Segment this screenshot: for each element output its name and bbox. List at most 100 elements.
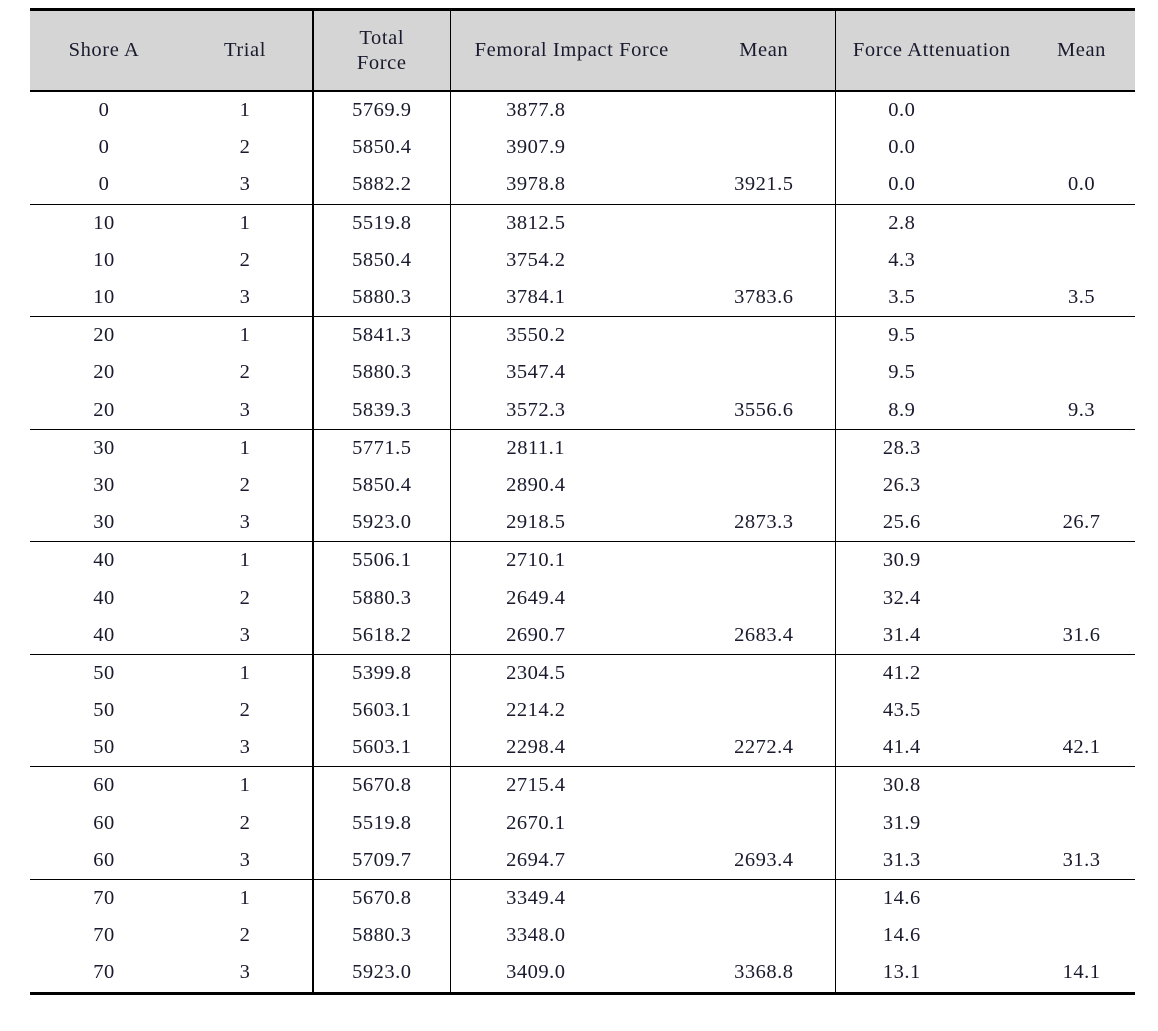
cell-femoral-mean	[693, 354, 835, 391]
cell-force-attenuation: 9.5	[834, 316, 1028, 355]
cell-attenuation-mean: 9.3	[1028, 391, 1135, 430]
cell-shore-a: 20	[30, 391, 178, 430]
cell-force-attenuation: 31.3	[834, 841, 1028, 880]
cell-femoral-mean	[693, 805, 835, 842]
table-row: 0 3 5882.2 3978.8 3921.5 0.0 0.0	[30, 166, 1135, 205]
cell-femoral-impact-force: 3877.8	[449, 91, 693, 130]
cell-total-force: 5603.1	[312, 692, 450, 730]
cell-femoral-impact-force: 2649.4	[449, 579, 693, 617]
cell-femoral-mean	[693, 242, 835, 279]
table-row: 70 3 5923.0 3409.0 3368.8 13.1 14.1	[30, 954, 1135, 995]
cell-shore-a: 10	[93, 211, 115, 234]
cell-femoral-impact-force: 2694.7	[449, 841, 693, 880]
cell-femoral-impact-force: 3812.5	[449, 204, 693, 242]
cell-femoral-impact-force: 2918.5	[449, 504, 693, 543]
cell-total-force: 5880.3	[312, 579, 450, 617]
cell-attenuation-mean: 0.0	[1028, 166, 1135, 205]
cell-force-attenuation: 13.1	[834, 954, 1028, 995]
cell-trial: 1	[239, 549, 251, 572]
column-header-attenuation-mean-label: Mean	[1056, 39, 1107, 61]
cell-total-force: 5850.4	[312, 466, 450, 505]
cell-femoral-mean	[693, 467, 835, 504]
table-row: 70 2 5880.3 3348.0 14.6	[30, 917, 1135, 955]
table-row: 0 1 5769.9 3877.8 0.0	[30, 91, 1135, 130]
cell-total-force: 5519.8	[312, 804, 450, 842]
cell-femoral-mean: 2873.3	[693, 504, 835, 543]
cell-femoral-mean	[693, 917, 835, 954]
cell-shore-a: 0	[98, 99, 110, 122]
cell-force-attenuation: 3.5	[834, 278, 1028, 318]
cell-femoral-impact-force: 3409.0	[449, 954, 693, 995]
cell-force-attenuation: 43.5	[834, 692, 1028, 730]
cell-femoral-impact-force: 2690.7	[449, 616, 693, 655]
cell-trial: 2	[239, 248, 251, 271]
cell-trial: 3	[178, 616, 313, 655]
cell-total-force: 5923.0	[312, 504, 450, 543]
cell-attenuation-mean	[1028, 579, 1135, 616]
cell-total-force: 5880.3	[312, 917, 450, 955]
cell-shore-a: 30	[30, 504, 178, 543]
table-row: 40 3 5618.2 2690.7 2683.4 31.4 31.6	[30, 616, 1135, 655]
cell-force-attenuation: 4.3	[834, 241, 1028, 279]
cell-force-attenuation: 28.3	[834, 429, 1028, 467]
cell-attenuation-mean: 42.1	[1028, 729, 1135, 768]
cell-attenuation-mean	[1028, 917, 1135, 954]
cell-shore-a: 50	[30, 729, 178, 768]
table-row: 40 1 5506.1 2710.1 30.9	[30, 541, 1135, 580]
cell-femoral-mean	[693, 91, 835, 129]
cell-total-force: 5603.1	[312, 729, 450, 768]
cell-femoral-impact-force: 3550.2	[449, 316, 693, 355]
cell-total-force: 5519.8	[312, 204, 450, 242]
cell-shore-a: 20	[93, 324, 115, 347]
cell-force-attenuation: 25.6	[834, 504, 1028, 543]
cell-force-attenuation: 31.4	[834, 616, 1028, 655]
cell-shore-a: 60	[93, 774, 115, 797]
cell-femoral-mean	[693, 317, 835, 355]
table-row: 30 2 5850.4 2890.4 26.3	[30, 466, 1135, 505]
table-row: 20 3 5839.3 3572.3 3556.6 8.9 9.3	[30, 391, 1135, 430]
column-header-femoral-impact-force-label: Femoral Impact Force	[474, 39, 669, 61]
cell-total-force: 5399.8	[312, 654, 450, 692]
cell-shore-a: 70	[93, 924, 115, 947]
column-header-trial: Trial	[178, 8, 313, 92]
cell-total-force: 5670.8	[312, 879, 450, 918]
table-row: 50 1 5399.8 2304.5 41.2	[30, 654, 1135, 692]
cell-attenuation-mean	[1028, 129, 1135, 166]
cell-femoral-impact-force: 2811.1	[449, 429, 693, 467]
cell-trial: 2	[239, 699, 251, 722]
cell-femoral-mean: 3783.6	[693, 278, 835, 318]
cell-attenuation-mean: 14.1	[1028, 954, 1135, 995]
cell-total-force: 5880.3	[312, 278, 450, 318]
cell-force-attenuation: 0.0	[834, 91, 1028, 130]
cell-trial: 3	[178, 841, 313, 880]
cell-femoral-mean	[693, 654, 835, 692]
cell-femoral-impact-force: 2710.1	[449, 541, 693, 580]
cell-trial: 2	[239, 361, 251, 384]
cell-trial: 3	[178, 278, 313, 318]
cell-femoral-impact-force: 3754.2	[449, 241, 693, 279]
cell-force-attenuation: 31.9	[834, 804, 1028, 842]
cell-total-force: 5618.2	[312, 616, 450, 655]
cell-total-force: 5506.1	[312, 541, 450, 580]
cell-force-attenuation: 2.8	[834, 204, 1028, 242]
column-header-femoral-mean-label: Mean	[739, 39, 789, 61]
cell-shore-a: 30	[93, 473, 115, 496]
cell-femoral-mean: 2693.4	[693, 841, 835, 880]
table-row: 20 1 5841.3 3550.2 9.5	[30, 316, 1135, 355]
table-row: 30 1 5771.5 2811.1 28.3	[30, 429, 1135, 467]
cell-shore-a: 70	[30, 954, 178, 995]
cell-shore-a: 50	[93, 661, 115, 684]
cell-femoral-mean: 3921.5	[693, 166, 835, 205]
cell-total-force: 5839.3	[312, 391, 450, 430]
table-row: 10 3 5880.3 3784.1 3783.6 3.5 3.5	[30, 278, 1135, 318]
cell-trial: 3	[178, 166, 313, 205]
cell-shore-a: 10	[30, 278, 178, 318]
cell-trial: 2	[239, 473, 251, 496]
cell-femoral-impact-force: 3572.3	[449, 391, 693, 430]
cell-trial: 2	[239, 136, 251, 159]
cell-attenuation-mean	[1028, 354, 1135, 391]
table-row: 60 1 5670.8 2715.4 30.8	[30, 766, 1135, 805]
cell-femoral-mean: 3556.6	[693, 391, 835, 430]
cell-femoral-mean	[693, 579, 835, 616]
column-header-total-force-line2: Force	[356, 51, 407, 74]
